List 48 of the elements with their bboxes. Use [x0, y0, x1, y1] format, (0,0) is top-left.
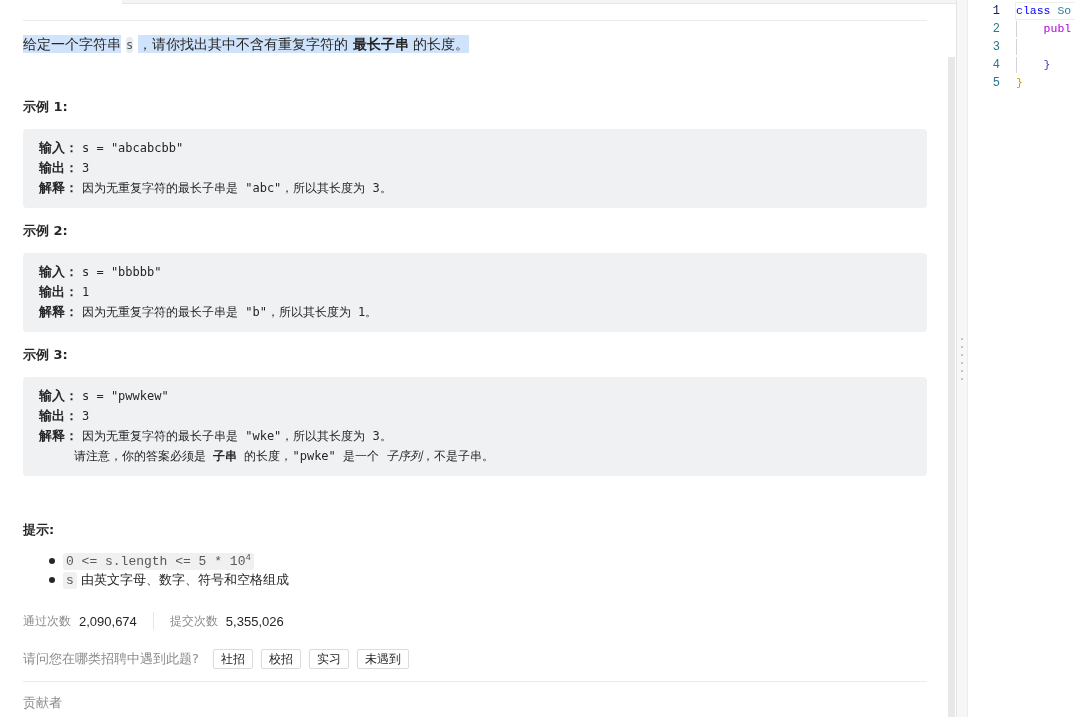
note-text: 请注意，你的答案必须是 子串 的长度，"pwke" 是一个 子序列，不是子串。	[74, 448, 495, 465]
stat-value: 5,355,026	[225, 613, 284, 629]
example-title: 示例 1:	[23, 98, 69, 116]
example-title: 示例 3:	[23, 346, 69, 364]
stat-label: 提交次数	[169, 612, 218, 630]
code-line: class So	[1015, 2, 1075, 20]
option-button[interactable]: 实习	[308, 649, 349, 669]
description-text: 给定一个字符串 s ，请你找出其中不含有重复字符的 最长子串 的长度。	[23, 34, 470, 55]
example-title: 示例 2:	[23, 222, 69, 240]
field-value: 因为无重复字符的最长子串是 "b"，所以其长度为 1。	[82, 304, 378, 321]
bullet-icon	[49, 557, 55, 564]
line-number: 4	[991, 57, 1000, 74]
line-number: 5	[991, 75, 1000, 92]
field-value: 3	[82, 408, 90, 425]
field-value: s = "abcabcbb"	[82, 140, 184, 157]
field-label: 解释：	[39, 427, 78, 445]
field-value: s = "bbbbb"	[82, 264, 162, 281]
field-value: 因为无重复字符的最长子串是 "abc"，所以其长度为 3。	[82, 180, 392, 197]
section-heading: 贡献者	[23, 694, 62, 712]
code-line: }	[1015, 56, 1075, 74]
code-line: }	[1015, 75, 1024, 91]
option-button[interactable]: 未遇到	[356, 649, 409, 669]
code-line: publ	[1015, 20, 1075, 38]
splitter-handle[interactable]	[957, 0, 968, 717]
field-value: 因为无重复字符的最长子串是 "wke"，所以其长度为 3。	[82, 428, 392, 445]
line-number: 3	[991, 39, 1000, 56]
line-number: 1	[991, 3, 1000, 20]
hint-text: s 由英文字母、数字、符号和空格组成	[63, 569, 289, 590]
field-label: 解释：	[39, 303, 78, 321]
bullet-icon	[49, 576, 55, 583]
section-title: 提示:	[23, 521, 56, 539]
field-label: 输出：	[39, 283, 78, 301]
field-value: s = "pwwkew"	[82, 388, 169, 405]
scrollbar-thumb[interactable]	[948, 57, 955, 717]
field-value: 3	[82, 160, 90, 177]
stat-label: 通过次数	[23, 612, 71, 630]
field-label: 解释：	[39, 179, 78, 197]
field-label: 输入：	[39, 263, 78, 281]
survey-question: 请问您在哪类招聘中遇到此题?	[23, 650, 199, 668]
field-value: 1	[82, 284, 90, 301]
line-number: 2	[991, 21, 1000, 38]
stat-value: 2,090,674	[79, 613, 137, 629]
field-label: 输入：	[39, 387, 78, 405]
option-button[interactable]: 校招	[260, 649, 301, 669]
option-button[interactable]: 社招	[212, 649, 253, 669]
field-label: 输入：	[39, 139, 78, 157]
field-label: 输出：	[39, 407, 78, 425]
field-label: 输出：	[39, 159, 78, 177]
